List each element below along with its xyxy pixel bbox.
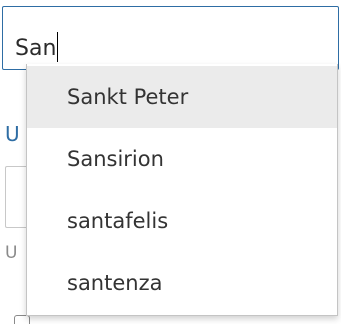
autocomplete-dropdown: Sankt Peter Sansirion santafelis santenz… (26, 64, 338, 316)
background-help-text: U (5, 243, 18, 263)
search-input-value: San (15, 32, 59, 63)
suggestion-sansirion[interactable]: Sansirion (27, 128, 337, 190)
text-caret (57, 32, 59, 62)
suggestion-sankt-peter[interactable]: Sankt Peter (27, 66, 337, 128)
search-input[interactable]: San (2, 6, 339, 70)
suggestion-santafelis[interactable]: santafelis (27, 190, 337, 252)
autocomplete-screen: San U U Sankt Peter Sansirion santafelis… (0, 0, 341, 324)
suggestion-santenza[interactable]: santenza (27, 252, 337, 314)
background-checkbox[interactable] (14, 315, 30, 324)
background-field-label: U (5, 122, 20, 146)
